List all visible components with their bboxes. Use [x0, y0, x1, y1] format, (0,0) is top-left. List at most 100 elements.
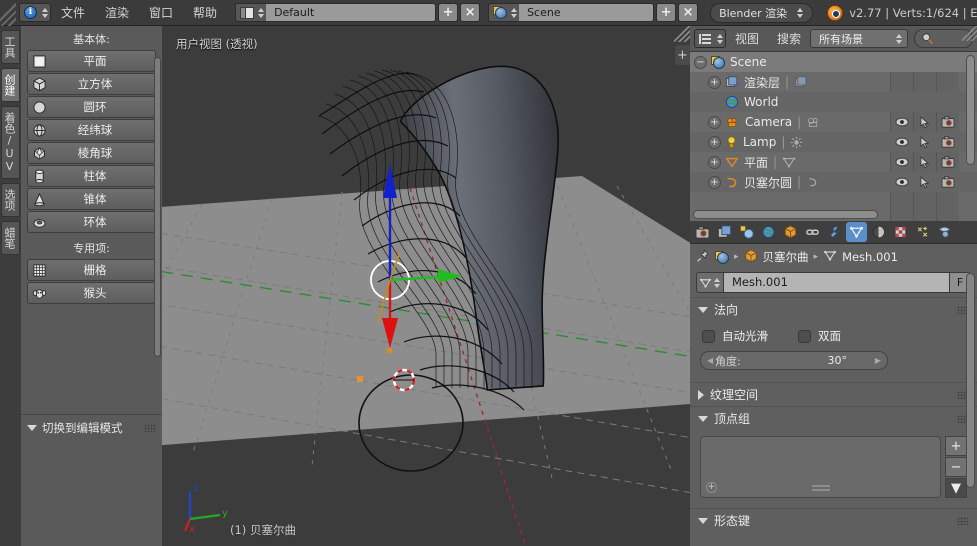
outliner-editor-type-button[interactable] — [694, 29, 726, 48]
expand-list-icon[interactable]: + — [706, 482, 717, 493]
pin-icon[interactable] — [696, 249, 710, 266]
vertex-group-specials-button[interactable]: ▼ — [945, 478, 967, 498]
scene-field[interactable]: Scene — [519, 3, 654, 22]
panel-header-shape-keys[interactable]: 形态键 — [690, 508, 977, 532]
expand-icon[interactable]: + — [708, 76, 721, 89]
menu-render[interactable]: 渲染 — [95, 0, 139, 26]
menu-help[interactable]: 帮助 — [183, 0, 227, 26]
screen-layout-field[interactable]: Default — [266, 3, 436, 22]
auto-smooth-angle-field[interactable]: ◀ 角度: 30° ▶ — [700, 351, 888, 370]
screen-layout-icon-button[interactable] — [235, 3, 266, 22]
eye-icon[interactable] — [890, 137, 913, 147]
add-grid-button[interactable]: 栅格 — [27, 259, 156, 281]
operator-panel-header[interactable]: 切换到编辑模式 — [21, 415, 162, 441]
add-scene-button[interactable]: + — [656, 3, 676, 22]
eye-icon[interactable] — [890, 117, 913, 127]
tab-constraints[interactable] — [802, 222, 823, 242]
add-plane-button[interactable]: 平面 — [27, 50, 156, 72]
add-uv-sphere-button[interactable]: 经纬球 — [27, 119, 156, 141]
panel-header-texture-space[interactable]: 纹理空间 — [690, 382, 977, 406]
menu-file[interactable]: 文件 — [51, 0, 95, 26]
tab-shading-uv[interactable]: 着色/UV — [1, 106, 20, 179]
outliner-vertical-scrollbar[interactable] — [966, 55, 975, 165]
camera-render-icon[interactable] — [936, 156, 959, 168]
remove-layout-button[interactable]: × — [460, 3, 480, 22]
chevron-right-icon[interactable]: ▶ — [875, 356, 881, 365]
mesh-name-input[interactable]: Mesh.001 — [724, 272, 950, 293]
tab-render[interactable] — [692, 222, 713, 242]
outliner-corner-grip[interactable] — [962, 26, 977, 41]
auto-smooth-checkbox[interactable]: 自动光滑 — [702, 328, 768, 344]
cursor-icon[interactable] — [913, 156, 936, 169]
cursor-icon[interactable] — [913, 176, 936, 189]
chevron-left-icon[interactable]: ◀ — [707, 356, 713, 365]
open-sidebar-button[interactable]: + — [674, 44, 690, 66]
outliner-horizontal-scrollbar[interactable] — [693, 210, 878, 219]
eye-icon[interactable] — [890, 157, 913, 167]
tab-create[interactable]: 创建 — [1, 68, 20, 102]
scene-icon[interactable] — [715, 250, 729, 264]
3d-viewport[interactable]: 用户视图 (透视) (1) 贝塞尔曲 + z y x — [162, 26, 690, 546]
tab-modifiers[interactable] — [824, 222, 845, 242]
cursor-icon[interactable] — [913, 116, 936, 129]
camera-render-icon[interactable] — [936, 136, 959, 148]
browse-mesh-data-button[interactable] — [696, 272, 724, 293]
tool-shelf-scrollbar[interactable] — [154, 29, 161, 409]
eye-icon[interactable] — [890, 177, 913, 187]
vertex-group-list[interactable]: + — [700, 436, 941, 498]
remove-scene-button[interactable]: × — [678, 3, 698, 22]
double-sided-checkbox[interactable]: 双面 — [798, 328, 841, 344]
outliner-row-scene[interactable]: − Scene — [690, 52, 977, 72]
tab-render-layers[interactable] — [714, 222, 735, 242]
render-engine-selector[interactable]: Blender 渲染 — [710, 3, 813, 23]
add-layout-button[interactable]: + — [438, 3, 458, 22]
editor-type-selector[interactable]: i — [19, 3, 51, 22]
tab-world[interactable] — [758, 222, 779, 242]
menu-window[interactable]: 窗口 — [139, 0, 183, 26]
cursor-icon[interactable] — [913, 136, 936, 149]
list-resize-grip[interactable] — [812, 485, 830, 491]
tab-texture[interactable] — [890, 222, 911, 242]
properties-scrollbar[interactable] — [966, 273, 975, 488]
add-ico-sphere-button[interactable]: 棱角球 — [27, 142, 156, 164]
remove-vertex-group-button[interactable]: − — [945, 457, 967, 477]
outliner-row-camera[interactable]: + Camera | — [690, 112, 977, 132]
window-corner-grip[interactable] — [0, 0, 16, 26]
outliner-menu-search[interactable]: 搜索 — [768, 30, 810, 47]
expand-icon[interactable]: + — [708, 136, 721, 149]
scene-icon-button[interactable] — [488, 3, 519, 22]
collapse-icon[interactable]: − — [694, 56, 707, 69]
tab-options[interactable]: 选项 — [1, 183, 20, 217]
tab-tools[interactable]: 工具 — [1, 30, 20, 64]
viewport-corner-grip[interactable] — [674, 26, 690, 42]
add-monkey-button[interactable]: 猴头 — [27, 282, 156, 304]
tab-particles[interactable] — [912, 222, 933, 242]
outliner-menu-view[interactable]: 视图 — [726, 30, 768, 47]
tab-object[interactable] — [780, 222, 801, 242]
camera-render-icon[interactable] — [936, 116, 959, 128]
tab-physics[interactable] — [934, 222, 955, 242]
outliner-row-lamp[interactable]: + Lamp | — [690, 132, 977, 152]
outliner-row-bezier-circle[interactable]: + 贝塞尔圆 | — [690, 172, 977, 192]
panel-header-vertex-groups[interactable]: 顶点组 — [690, 406, 977, 430]
add-vertex-group-button[interactable]: + — [945, 436, 967, 456]
add-torus-button[interactable]: 环体 — [27, 211, 156, 233]
panel-header-normals[interactable]: 法向 — [690, 297, 977, 321]
tab-grease-pencil[interactable]: 蜡笔 — [1, 221, 20, 255]
add-cube-button[interactable]: 立方体 — [27, 73, 156, 95]
add-cone-button[interactable]: 锥体 — [27, 188, 156, 210]
tab-material[interactable] — [868, 222, 889, 242]
outliner-display-mode[interactable]: 所有场景 — [810, 29, 908, 48]
expand-icon[interactable]: + — [708, 156, 721, 169]
camera-render-icon[interactable] — [936, 176, 959, 188]
breadcrumb-data-name[interactable]: Mesh.001 — [842, 250, 898, 264]
expand-icon[interactable]: + — [708, 176, 721, 189]
outliner-row-plane[interactable]: + 平面 | — [690, 152, 977, 172]
tab-scene[interactable] — [736, 222, 757, 242]
expand-icon[interactable]: + — [708, 116, 721, 129]
outliner-row-renderlayer[interactable]: + 渲染层 | — [690, 72, 977, 92]
add-cylinder-button[interactable]: 柱体 — [27, 165, 156, 187]
add-circle-button[interactable]: 圆环 — [27, 96, 156, 118]
outliner-row-world[interactable]: World — [690, 92, 977, 112]
breadcrumb-object-name[interactable]: 贝塞尔曲 — [763, 249, 809, 265]
